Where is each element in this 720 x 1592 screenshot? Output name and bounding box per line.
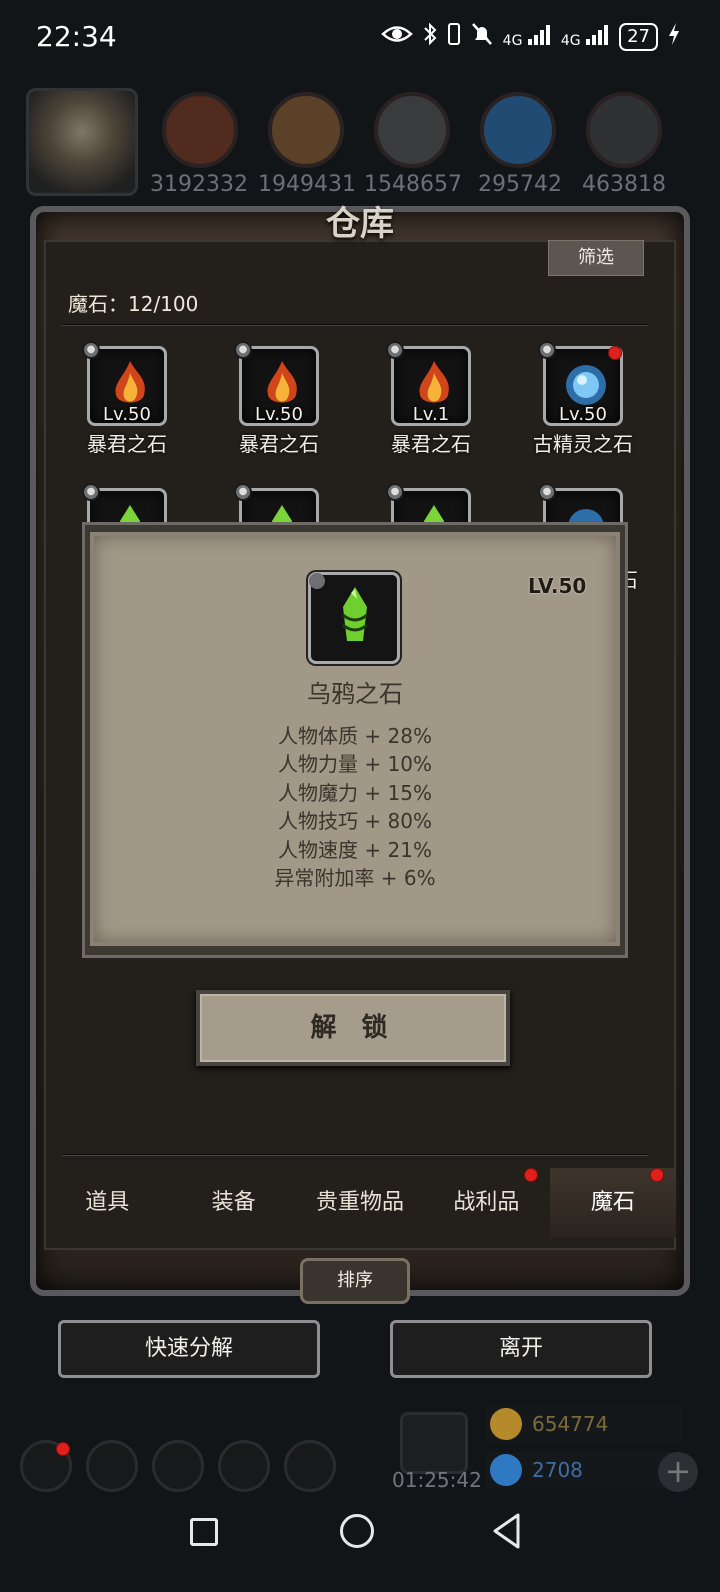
crystal-value: 295742 xyxy=(478,172,562,197)
item-name: 暴君之石 xyxy=(87,432,167,456)
leave-button[interactable]: 离开 xyxy=(390,1320,652,1378)
item-slot[interactable]: ● Lv.1 暴君之石 xyxy=(366,341,496,457)
detail-stats: 人物体质 + 28% 人物力量 + 10% 人物魔力 + 15% 人物技巧 + … xyxy=(90,722,620,892)
back-button[interactable] xyxy=(490,1512,524,1550)
notification-badge xyxy=(608,346,622,360)
tab-label: 魔石 xyxy=(590,1190,635,1215)
item-level: Lv.1 xyxy=(412,404,450,425)
filter-button[interactable]: 筛选 xyxy=(548,240,644,276)
tab-label: 装备 xyxy=(211,1190,256,1215)
ore-icon xyxy=(162,92,238,168)
iron-icon xyxy=(586,92,662,168)
detail-item-name: 乌鸦之石 xyxy=(307,680,403,708)
item-name: 暴君之石 xyxy=(239,432,319,456)
detail-level: LV.50 xyxy=(528,574,587,598)
lock-icon: ● xyxy=(234,483,252,501)
stat-line: 人物技巧 + 80% xyxy=(278,809,432,834)
item-name: 古精灵之石 xyxy=(533,432,633,456)
shop-icon[interactable] xyxy=(284,1440,336,1492)
item-slot[interactable]: ● Lv.50 古精灵之石 xyxy=(518,341,648,457)
status-icons: 4G 4G 27 xyxy=(380,22,680,51)
stat-line: 人物魔力 + 15% xyxy=(278,780,432,805)
stat-line: 异常附加率 + 6% xyxy=(274,866,436,891)
vibrate-icon xyxy=(447,22,461,51)
tab-magic-stones[interactable]: 魔石 xyxy=(549,1168,677,1238)
tab-label: 战利品 xyxy=(453,1190,520,1215)
gem-display: 2708 xyxy=(486,1452,682,1488)
stat-line: 人物速度 + 21% xyxy=(278,837,432,862)
item-level: Lv.50 xyxy=(559,404,607,425)
lock-icon: ● xyxy=(82,341,100,359)
page-title: 仓库 xyxy=(326,204,394,244)
recents-button[interactable] xyxy=(190,1518,218,1546)
stone-value: 1548657 xyxy=(364,172,462,197)
detail-item-icon xyxy=(308,572,400,664)
tab-label: 道具 xyxy=(85,1190,130,1215)
tab-valuables[interactable]: 贵重物品 xyxy=(297,1168,423,1238)
gift-timer: 01:25:42 xyxy=(392,1468,482,1492)
sort-button[interactable]: 排序 xyxy=(300,1258,410,1304)
crystal-icon xyxy=(480,92,556,168)
unlock-button[interactable]: 解 锁 xyxy=(196,990,510,1066)
lock-icon: ● xyxy=(538,483,556,501)
lock-icon: ● xyxy=(386,341,404,359)
item-name: 暴君之石 xyxy=(391,432,471,456)
divider xyxy=(62,1154,648,1156)
tab-label: 贵重物品 xyxy=(316,1190,405,1215)
stat-line: 人物体质 + 28% xyxy=(278,724,432,748)
wood-icon xyxy=(268,92,344,168)
category-tabs: 道具 装备 贵重物品 战利品 魔石 xyxy=(44,1168,677,1238)
bluetooth-icon xyxy=(423,22,437,51)
gold-display: 654774 xyxy=(486,1406,682,1442)
signal-icon-b: 4G xyxy=(561,24,609,49)
divider xyxy=(62,324,648,326)
add-currency-button[interactable]: + xyxy=(658,1452,698,1492)
charging-icon xyxy=(668,23,680,50)
gift-icon[interactable] xyxy=(400,1412,468,1474)
notification-badge xyxy=(56,1442,70,1456)
raven-stone-icon xyxy=(342,587,368,641)
tab-equipment[interactable]: 装备 xyxy=(170,1168,296,1238)
eye-icon xyxy=(380,23,413,50)
ore-value: 3192332 xyxy=(150,172,248,197)
stat-line: 人物力量 + 10% xyxy=(278,752,432,777)
notification-badge xyxy=(650,1168,665,1182)
stone-icon xyxy=(374,92,450,168)
lock-icon: ● xyxy=(82,483,100,501)
lock-icon: ● xyxy=(386,483,404,501)
lock-icon xyxy=(309,573,325,589)
quick-decompose-button[interactable]: 快速分解 xyxy=(58,1320,320,1378)
mail-icon[interactable] xyxy=(218,1440,270,1492)
item-slot[interactable]: ● Lv.50 暴君之石 xyxy=(214,341,344,457)
gem-icon xyxy=(490,1454,522,1486)
notification-badge xyxy=(523,1168,538,1182)
gold-coin-icon xyxy=(490,1408,522,1440)
battery-indicator: 27 xyxy=(619,22,658,51)
tab-loot[interactable]: 战利品 xyxy=(423,1168,549,1238)
compass-icon[interactable] xyxy=(86,1440,138,1492)
signal-icon-a: 4G xyxy=(503,24,551,49)
wood-value: 1949431 xyxy=(258,172,356,197)
stone-count: 魔石：12/100 xyxy=(68,292,199,316)
lock-icon: ● xyxy=(234,341,252,359)
status-time: 22:34 xyxy=(36,20,117,53)
building-icon[interactable] xyxy=(152,1440,204,1492)
item-level: Lv.50 xyxy=(255,404,303,425)
iron-value: 463818 xyxy=(582,172,666,197)
tab-items[interactable]: 道具 xyxy=(44,1168,170,1238)
item-slot[interactable]: ● Lv.50 暴君之石 xyxy=(62,341,192,457)
home-button[interactable] xyxy=(340,1514,374,1548)
lock-icon: ● xyxy=(538,341,556,359)
item-level: Lv.50 xyxy=(103,404,151,425)
mute-bell-icon xyxy=(471,22,493,51)
player-avatar[interactable] xyxy=(26,88,138,196)
